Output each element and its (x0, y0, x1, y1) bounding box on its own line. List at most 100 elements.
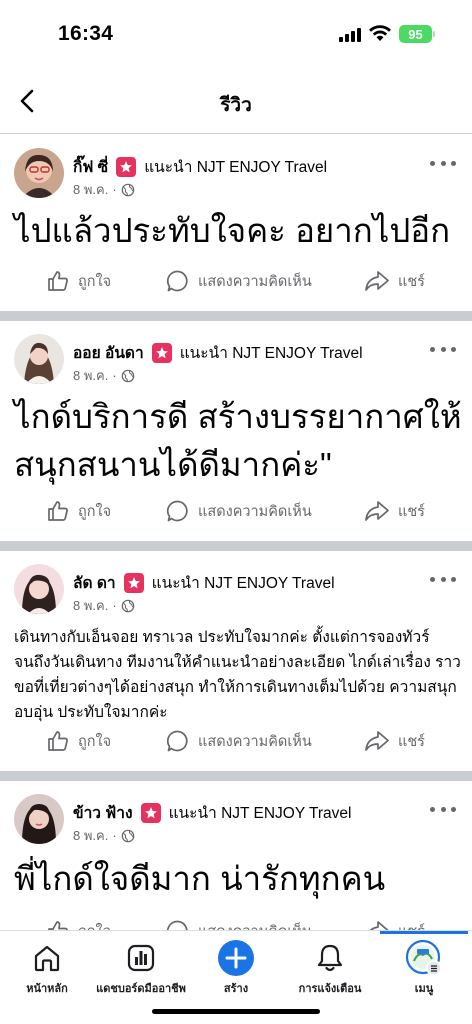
post-text: ไกด์บริการดี สร้างบรรยากาศให้สนุกสนานได้… (14, 398, 462, 483)
share-label: แชร์ (398, 273, 425, 290)
author-name[interactable]: ข้าว ฟ้าง (73, 800, 133, 825)
like-label: ถูกใจ (78, 733, 112, 750)
share-arrow-icon (365, 501, 389, 521)
post-date[interactable]: 8 พ.ค. (73, 825, 108, 846)
author-line: กิ๊ฟ ซี่ แนะนำ NJT ENJOY Travel (73, 154, 327, 179)
comment-bubble-icon (166, 500, 188, 522)
thumbs-up-icon (48, 921, 68, 930)
post-text: พี่ไกด์ใจดีมาก น่ารักทุกคน (14, 860, 386, 897)
avatar[interactable] (14, 334, 64, 384)
post-date[interactable]: 8 พ.ค. (73, 365, 108, 386)
nav-label-create: สร้าง (223, 983, 249, 995)
review-post: ข้าว ฟ้าง แนะนำ NJT ENJOY Travel 8 พ.ค. ·… (0, 781, 472, 930)
nav-item-menu[interactable]: เมนู (377, 939, 471, 997)
share-button[interactable]: แชร์ (364, 269, 425, 293)
comment-button[interactable]: แสดงความคิดเห็น (166, 269, 312, 293)
recommend-star-icon (140, 802, 161, 823)
comment-label: แสดงความคิดเห็น (198, 920, 312, 931)
cellular-signal-icon (339, 28, 361, 42)
bell-icon (317, 944, 343, 972)
nav-label-notifications: การแจ้งเตือน (298, 983, 362, 995)
share-arrow-icon (365, 271, 389, 291)
review-post: กิ๊ฟ ซี่ แนะนำ NJT ENJOY Travel 8 พ.ค. · … (0, 135, 472, 311)
nav-item-notifications[interactable]: การแจ้งเตือน (283, 939, 377, 997)
post-meta: 8 พ.ค. · (73, 595, 135, 616)
post-date[interactable]: 8 พ.ค. (73, 595, 108, 616)
post-actions: ถูกใจ แสดงความคิดเห็น แชร์ (0, 919, 472, 930)
recommend-label[interactable]: แนะนำ NJT ENJOY Travel (180, 340, 363, 365)
recommend-star-icon (123, 572, 144, 593)
globe-icon (121, 829, 134, 842)
wifi-icon (369, 25, 391, 41)
nav-active-indicator (380, 931, 468, 934)
recommend-star-icon (151, 342, 172, 363)
avatar[interactable] (14, 148, 64, 198)
comment-button[interactable]: แสดงความคิดเห็น (166, 729, 312, 753)
nav-item-home[interactable]: หน้าหลัก (0, 939, 94, 997)
more-options-icon[interactable] (430, 344, 456, 354)
review-post: ลัด ดา แนะนำ NJT ENJOY Travel 8 พ.ค. · เด… (0, 551, 472, 771)
globe-icon (121, 599, 134, 612)
more-options-icon[interactable] (430, 804, 456, 814)
post-separator (0, 541, 472, 551)
post-actions: ถูกใจ แสดงความคิดเห็น แชร์ (0, 499, 472, 539)
author-line: ออย อันดา แนะนำ NJT ENJOY Travel (73, 340, 363, 365)
author-name[interactable]: กิ๊ฟ ซี่ (73, 154, 108, 179)
review-post: ออย อันดา แนะนำ NJT ENJOY Travel 8 พ.ค. ·… (0, 321, 472, 541)
thumbs-up-icon (48, 501, 68, 521)
comment-label: แสดงความคิดเห็น (198, 273, 312, 290)
more-options-icon[interactable] (430, 574, 456, 584)
share-button[interactable]: แชร์ (364, 919, 425, 930)
share-button[interactable]: แชร์ (364, 729, 425, 753)
thumbs-up-icon (48, 271, 68, 291)
like-label: ถูกใจ (78, 503, 112, 520)
like-label: ถูกใจ (78, 273, 112, 290)
battery-indicator: 95 (399, 25, 432, 43)
share-button[interactable]: แชร์ (364, 499, 425, 523)
more-options-icon[interactable] (430, 158, 456, 168)
share-label: แชร์ (398, 503, 425, 520)
like-button[interactable]: ถูกใจ (46, 919, 111, 930)
post-actions: ถูกใจ แสดงความคิดเห็น แชร์ (0, 269, 472, 309)
avatar[interactable] (14, 564, 64, 614)
post-meta: 8 พ.ค. · (73, 179, 135, 200)
post-date[interactable]: 8 พ.ค. (73, 179, 108, 200)
post-separator (0, 311, 472, 321)
home-icon (34, 945, 60, 972)
nav-label-dashboard: แดชบอร์ดมืออาชีพ (96, 983, 186, 995)
recommend-label[interactable]: แนะนำ NJT ENJOY Travel (169, 800, 352, 825)
home-indicator (152, 1009, 320, 1014)
share-label: แชร์ (398, 920, 425, 931)
globe-icon (121, 369, 134, 382)
recommend-label[interactable]: แนะนำ NJT ENJOY Travel (144, 154, 327, 179)
nav-label-menu: เมนู (414, 983, 434, 995)
page-title: รีวิว (220, 95, 252, 116)
battery-level: 95 (408, 26, 423, 42)
author-line: ลัด ดา แนะนำ NJT ENJOY Travel (73, 570, 335, 595)
author-name[interactable]: ออย อันดา (73, 340, 144, 365)
like-button[interactable]: ถูกใจ (46, 499, 111, 523)
recommend-label[interactable]: แนะนำ NJT ENJOY Travel (152, 570, 335, 595)
comment-button[interactable]: แสดงความคิดเห็น (166, 499, 312, 523)
comment-button[interactable]: แสดงความคิดเห็น (166, 919, 312, 930)
nav-item-dashboard[interactable]: แดชบอร์ดมืออาชีพ (94, 939, 188, 997)
like-label: ถูกใจ (78, 920, 111, 931)
post-text: ไปแล้วประทับใจคะ อยากไปอีก (14, 212, 451, 249)
status-bar: 16:34 95 (0, 0, 472, 70)
nav-item-create[interactable]: สร้าง (189, 939, 283, 997)
post-separator (0, 771, 472, 781)
share-label: แชร์ (398, 733, 425, 750)
author-line: ข้าว ฟ้าง แนะนำ NJT ENJOY Travel (73, 800, 351, 825)
post-meta: 8 พ.ค. · (73, 825, 135, 846)
like-button[interactable]: ถูกใจ (46, 269, 111, 293)
like-button[interactable]: ถูกใจ (46, 729, 111, 753)
author-name[interactable]: ลัด ดา (73, 570, 116, 595)
comment-bubble-icon (166, 920, 188, 930)
comment-bubble-icon (166, 270, 188, 292)
avatar[interactable] (14, 794, 64, 844)
recommend-star-icon (116, 156, 137, 177)
post-actions: ถูกใจ แสดงความคิดเห็น แชร์ (0, 729, 472, 769)
thumbs-up-icon (48, 731, 68, 751)
dashboard-icon (127, 944, 155, 972)
globe-icon (121, 183, 134, 196)
